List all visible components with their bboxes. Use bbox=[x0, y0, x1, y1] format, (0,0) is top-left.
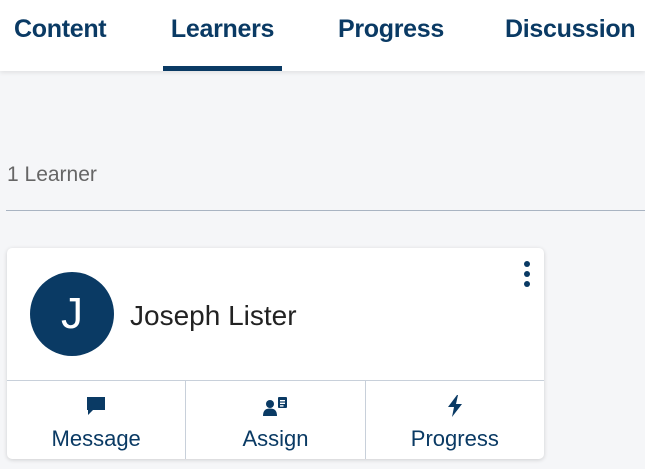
divider bbox=[6, 210, 645, 211]
learner-card: J Joseph Lister Message Assign Progress bbox=[7, 248, 544, 459]
progress-button[interactable]: Progress bbox=[366, 381, 544, 459]
avatar: J bbox=[30, 272, 114, 356]
message-label: Message bbox=[51, 426, 141, 451]
lightning-icon bbox=[442, 393, 468, 419]
tab-discussion[interactable]: Discussion bbox=[496, 0, 645, 71]
learner-count: 1 Learner bbox=[7, 163, 97, 186]
progress-label: Progress bbox=[410, 426, 499, 451]
learner-name: Joseph Lister bbox=[130, 300, 297, 331]
assign-label: Assign bbox=[242, 426, 309, 451]
tab-bar: Content Learners Progress Discussion bbox=[0, 0, 645, 71]
tab-progress[interactable]: Progress bbox=[322, 0, 460, 71]
learner-actions: Message Assign Progress bbox=[7, 380, 544, 459]
message-icon bbox=[83, 393, 109, 419]
active-tab-indicator bbox=[163, 66, 282, 71]
assign-icon bbox=[262, 393, 288, 419]
message-button[interactable]: Message bbox=[7, 381, 187, 459]
assign-button[interactable]: Assign bbox=[186, 381, 366, 459]
tab-learners[interactable]: Learners bbox=[163, 0, 282, 71]
tab-content[interactable]: Content bbox=[0, 0, 122, 71]
more-options-icon[interactable] bbox=[518, 261, 536, 289]
